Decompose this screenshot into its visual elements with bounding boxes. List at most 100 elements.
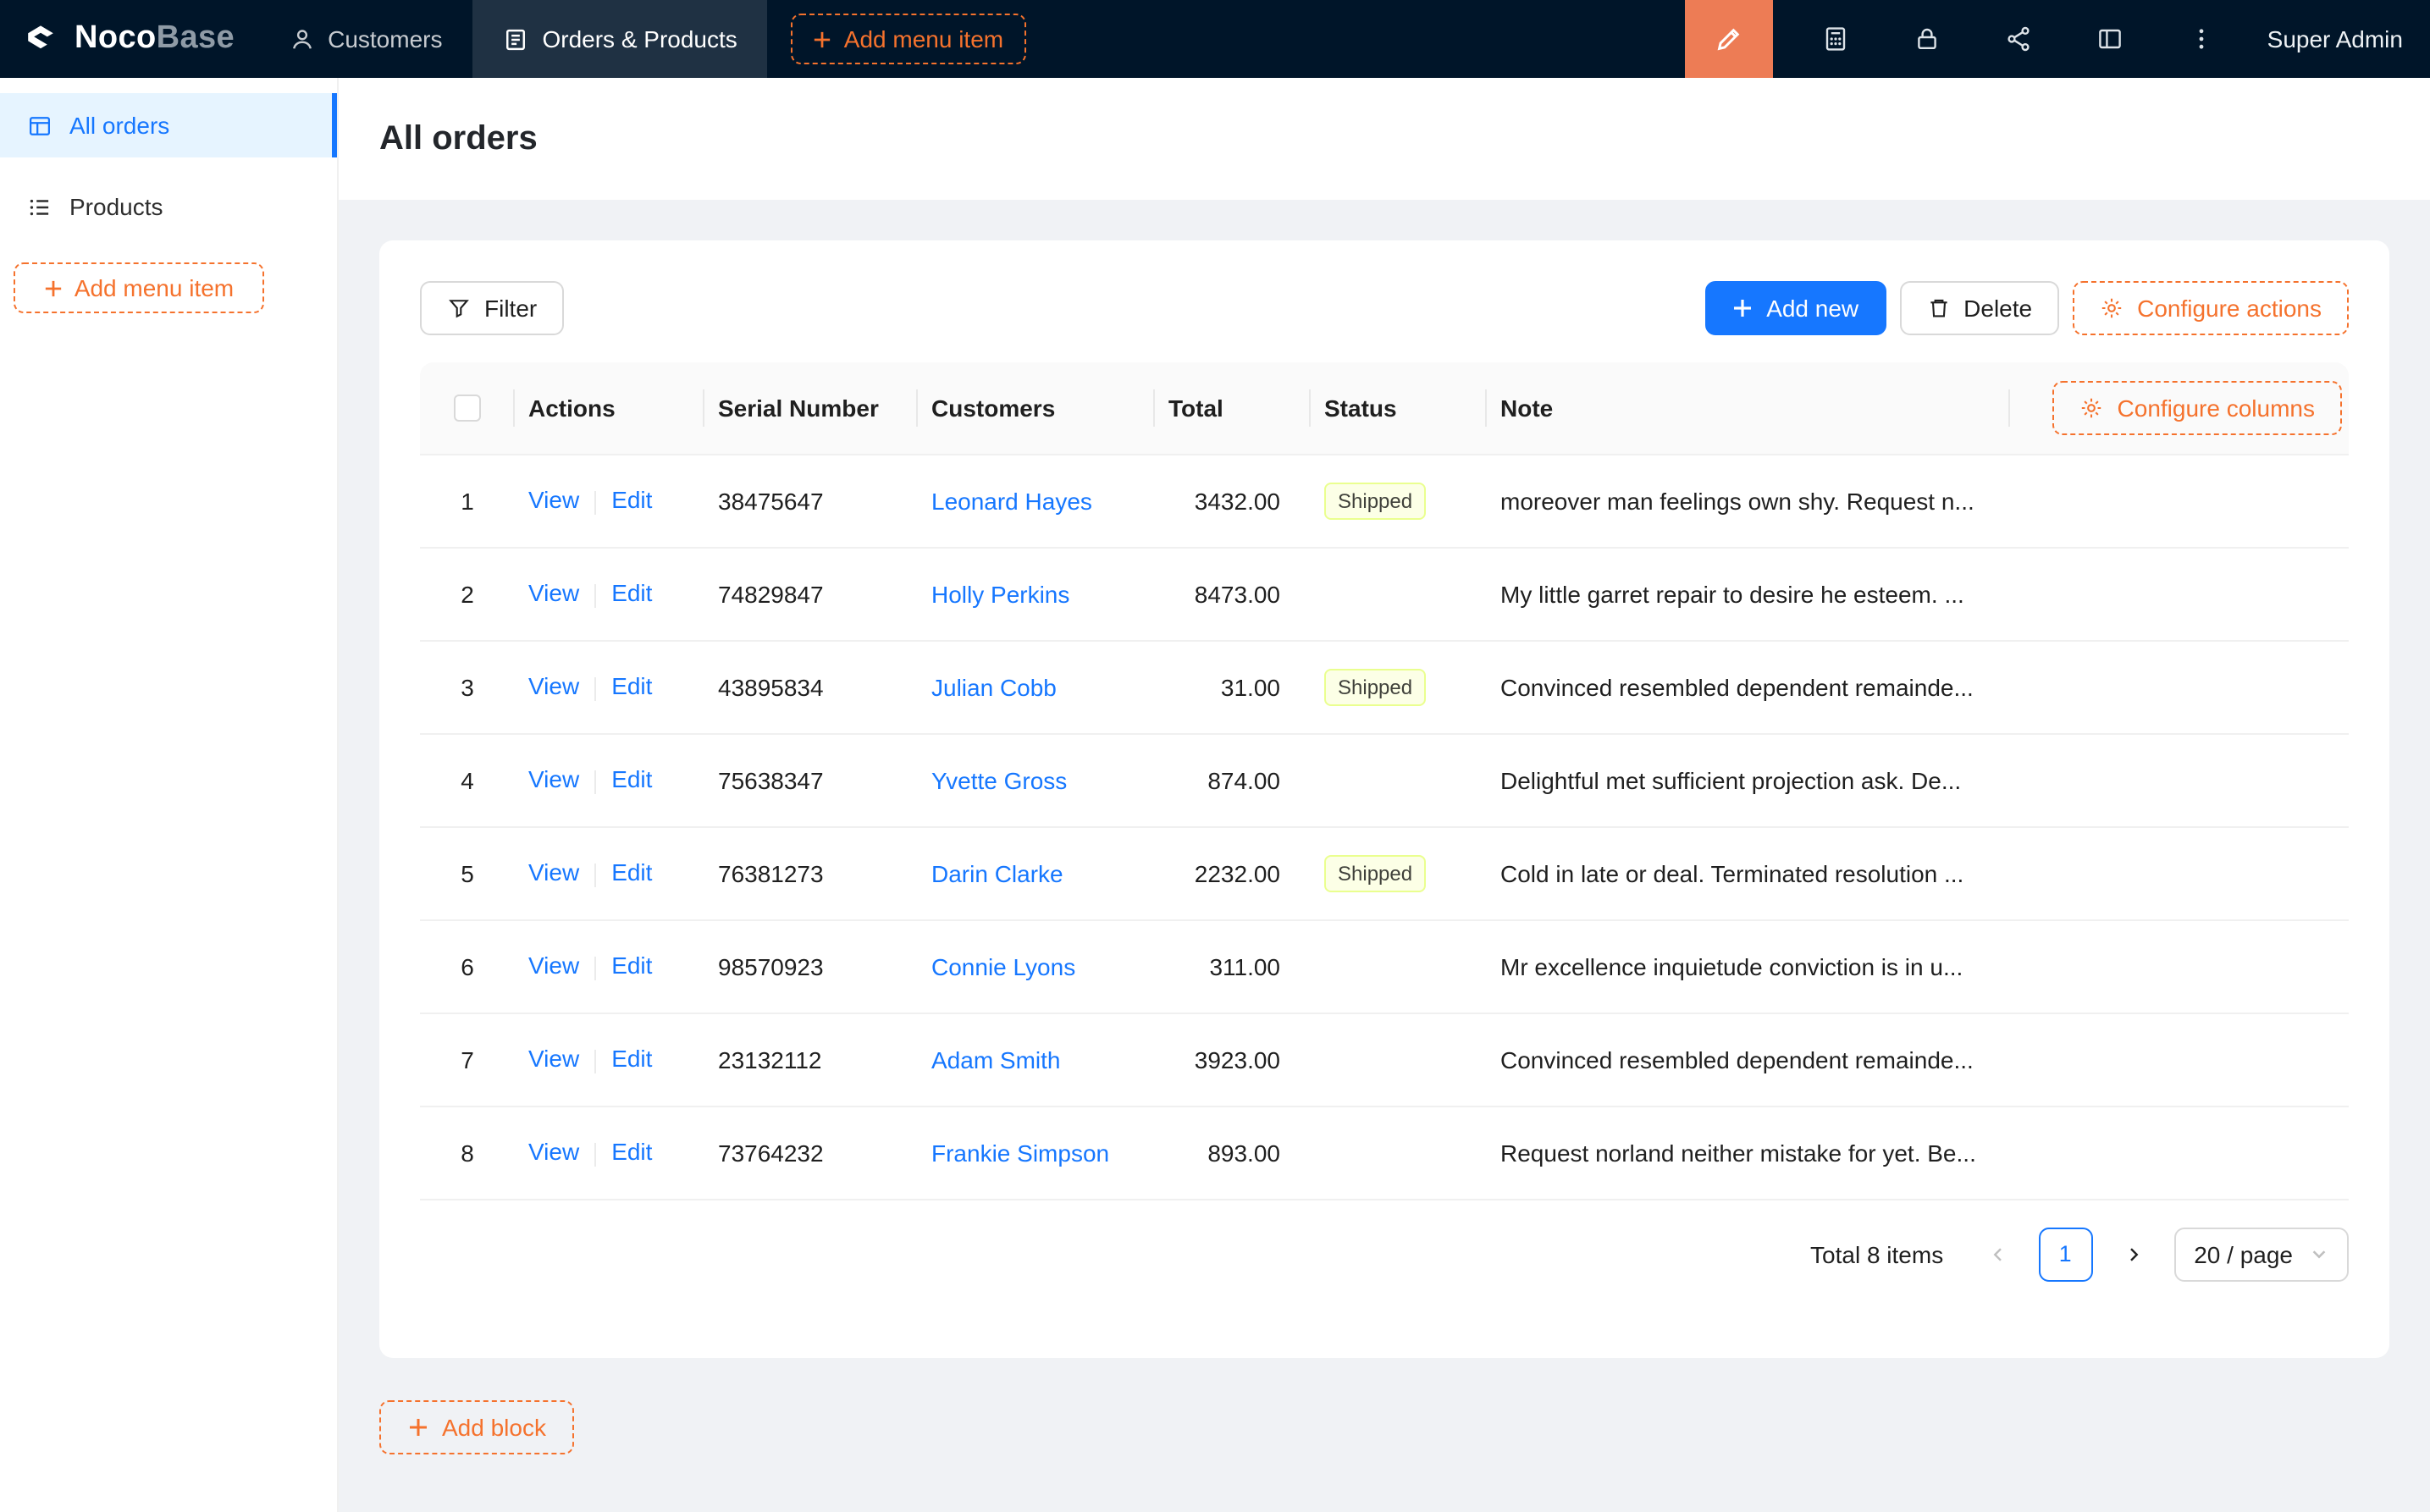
page-number-button[interactable]: 1	[2038, 1227, 2092, 1281]
add-new-button[interactable]: Add new	[1705, 281, 1886, 335]
pagination-total: Total 8 items	[1810, 1240, 1943, 1267]
edit-link[interactable]: Edit	[611, 1139, 652, 1166]
add-block-button[interactable]: Add block	[379, 1400, 575, 1454]
prev-page-button[interactable]	[1970, 1227, 2024, 1281]
view-link[interactable]: View	[528, 1046, 579, 1073]
row-index: 2	[420, 547, 515, 640]
sidebar-item-all-orders[interactable]: All orders	[0, 93, 337, 157]
delete-button[interactable]: Delete	[1899, 281, 2059, 335]
edit-link[interactable]: Edit	[611, 487, 652, 514]
edit-link[interactable]: Edit	[611, 766, 652, 793]
filter-button[interactable]: Filter	[420, 281, 564, 335]
select-all-checkbox[interactable]	[454, 395, 481, 422]
serial-number: 38475647	[704, 454, 918, 547]
page-header: All orders	[339, 78, 2430, 200]
configure-columns-button[interactable]: Configure columns	[2053, 381, 2342, 435]
row-index: 4	[420, 733, 515, 826]
customer-link[interactable]: Adam Smith	[931, 1046, 1061, 1073]
view-link[interactable]: View	[528, 766, 579, 793]
share-nodes-button[interactable]	[1973, 0, 2064, 78]
lock-icon	[1914, 25, 1941, 52]
ellipsis-icon	[2188, 25, 2215, 52]
more-button[interactable]	[2156, 0, 2247, 78]
plus-icon	[1732, 298, 1753, 318]
table-row: 1 ViewEdit 38475647 Leonard Hayes 3432.0…	[420, 454, 2349, 547]
user-menu[interactable]: Super Admin	[2257, 0, 2430, 78]
page-size-value: 20 / page	[2194, 1240, 2293, 1267]
action-divider	[594, 1049, 596, 1073]
customer-link[interactable]: Darin Clarke	[931, 859, 1063, 886]
chevron-left-icon	[1987, 1244, 2008, 1264]
sidebar-add-menu-item-button[interactable]: Add menu item	[14, 262, 264, 313]
table-row: 7 ViewEdit 23132112 Adam Smith 3923.00 C…	[420, 1013, 2349, 1106]
lock-button[interactable]	[1881, 0, 1973, 78]
next-page-button[interactable]	[2106, 1227, 2160, 1281]
orders-table: Actions Serial Number Customers Total St…	[420, 362, 2349, 1200]
row-index: 8	[420, 1106, 515, 1199]
column-header-customers: Customers	[918, 362, 1155, 454]
list-icon	[27, 194, 52, 219]
nocobase-logo[interactable]: NocoBase	[0, 0, 258, 78]
view-link[interactable]: View	[528, 580, 579, 607]
order-note: moreover man feelings own shy. Request n…	[1487, 454, 2010, 547]
view-link[interactable]: View	[528, 859, 579, 886]
page-size-select[interactable]: 20 / page	[2173, 1227, 2349, 1281]
customer-link[interactable]: Leonard Hayes	[931, 487, 1092, 514]
column-header-status: Status	[1311, 362, 1487, 454]
row-index: 1	[420, 454, 515, 547]
sidebar-item-products[interactable]: Products	[0, 174, 337, 239]
top-navbar: NocoBase Customers Orders & Products Add…	[0, 0, 2430, 78]
edit-link[interactable]: Edit	[611, 580, 652, 607]
customer-link[interactable]: Connie Lyons	[931, 952, 1075, 979]
serial-number: 43895834	[704, 640, 918, 733]
order-note: Request norland neither mistake for yet.…	[1487, 1106, 2010, 1199]
customer-link[interactable]: Holly Perkins	[931, 580, 1069, 607]
action-divider	[594, 863, 596, 886]
nav-item-orders-products[interactable]: Orders & Products	[472, 0, 767, 78]
serial-number: 73764232	[704, 1106, 918, 1199]
status-badge: Shipped	[1324, 854, 1426, 891]
order-total: 311.00	[1155, 919, 1311, 1013]
view-link[interactable]: View	[528, 487, 579, 514]
navbar-spacer	[1025, 0, 1685, 78]
configure-actions-button[interactable]: Configure actions	[2073, 281, 2349, 335]
edit-link[interactable]: Edit	[611, 1046, 652, 1073]
gear-icon	[2100, 296, 2123, 320]
highlighter-icon	[1715, 25, 1743, 53]
orders-table-block: Filter Add new De	[379, 240, 2389, 1358]
sidebar: All orders Products Add menu item	[0, 78, 339, 1512]
plus-icon	[408, 1417, 428, 1438]
view-link[interactable]: View	[528, 1139, 579, 1166]
action-divider	[594, 1142, 596, 1166]
view-link[interactable]: View	[528, 952, 579, 979]
action-divider	[594, 583, 596, 607]
customer-link[interactable]: Frankie Simpson	[931, 1139, 1109, 1166]
order-note: My little garret repair to desire he est…	[1487, 547, 2010, 640]
action-divider	[594, 770, 596, 793]
action-divider	[594, 956, 596, 979]
edit-link[interactable]: Edit	[611, 952, 652, 979]
view-link[interactable]: View	[528, 673, 579, 700]
table-header-row: Actions Serial Number Customers Total St…	[420, 362, 2349, 454]
chevron-down-icon	[2310, 1244, 2328, 1263]
edit-link[interactable]: Edit	[611, 859, 652, 886]
nav-item-customers[interactable]: Customers	[258, 0, 472, 78]
status-badge: Shipped	[1324, 482, 1426, 519]
order-note: Convinced resembled dependent remainde..…	[1487, 1013, 2010, 1106]
layout-button[interactable]	[2064, 0, 2156, 78]
order-note: Delightful met sufficient projection ask…	[1487, 733, 2010, 826]
customer-link[interactable]: Yvette Gross	[931, 766, 1067, 793]
column-header-actions: Actions	[515, 362, 704, 454]
navbar-add-menu-item-button[interactable]: Add menu item	[792, 14, 1025, 64]
app-root: NocoBase Customers Orders & Products Add…	[0, 0, 2430, 1512]
calculator-button[interactable]	[1790, 0, 1881, 78]
team-icon	[289, 26, 314, 52]
row-index: 3	[420, 640, 515, 733]
status-badge: Shipped	[1324, 668, 1426, 705]
ui-editor-button[interactable]	[1685, 0, 1773, 78]
gear-icon	[2080, 396, 2104, 420]
row-index: 6	[420, 919, 515, 1013]
layout-icon	[2096, 25, 2123, 52]
edit-link[interactable]: Edit	[611, 673, 652, 700]
customer-link[interactable]: Julian Cobb	[931, 673, 1057, 700]
